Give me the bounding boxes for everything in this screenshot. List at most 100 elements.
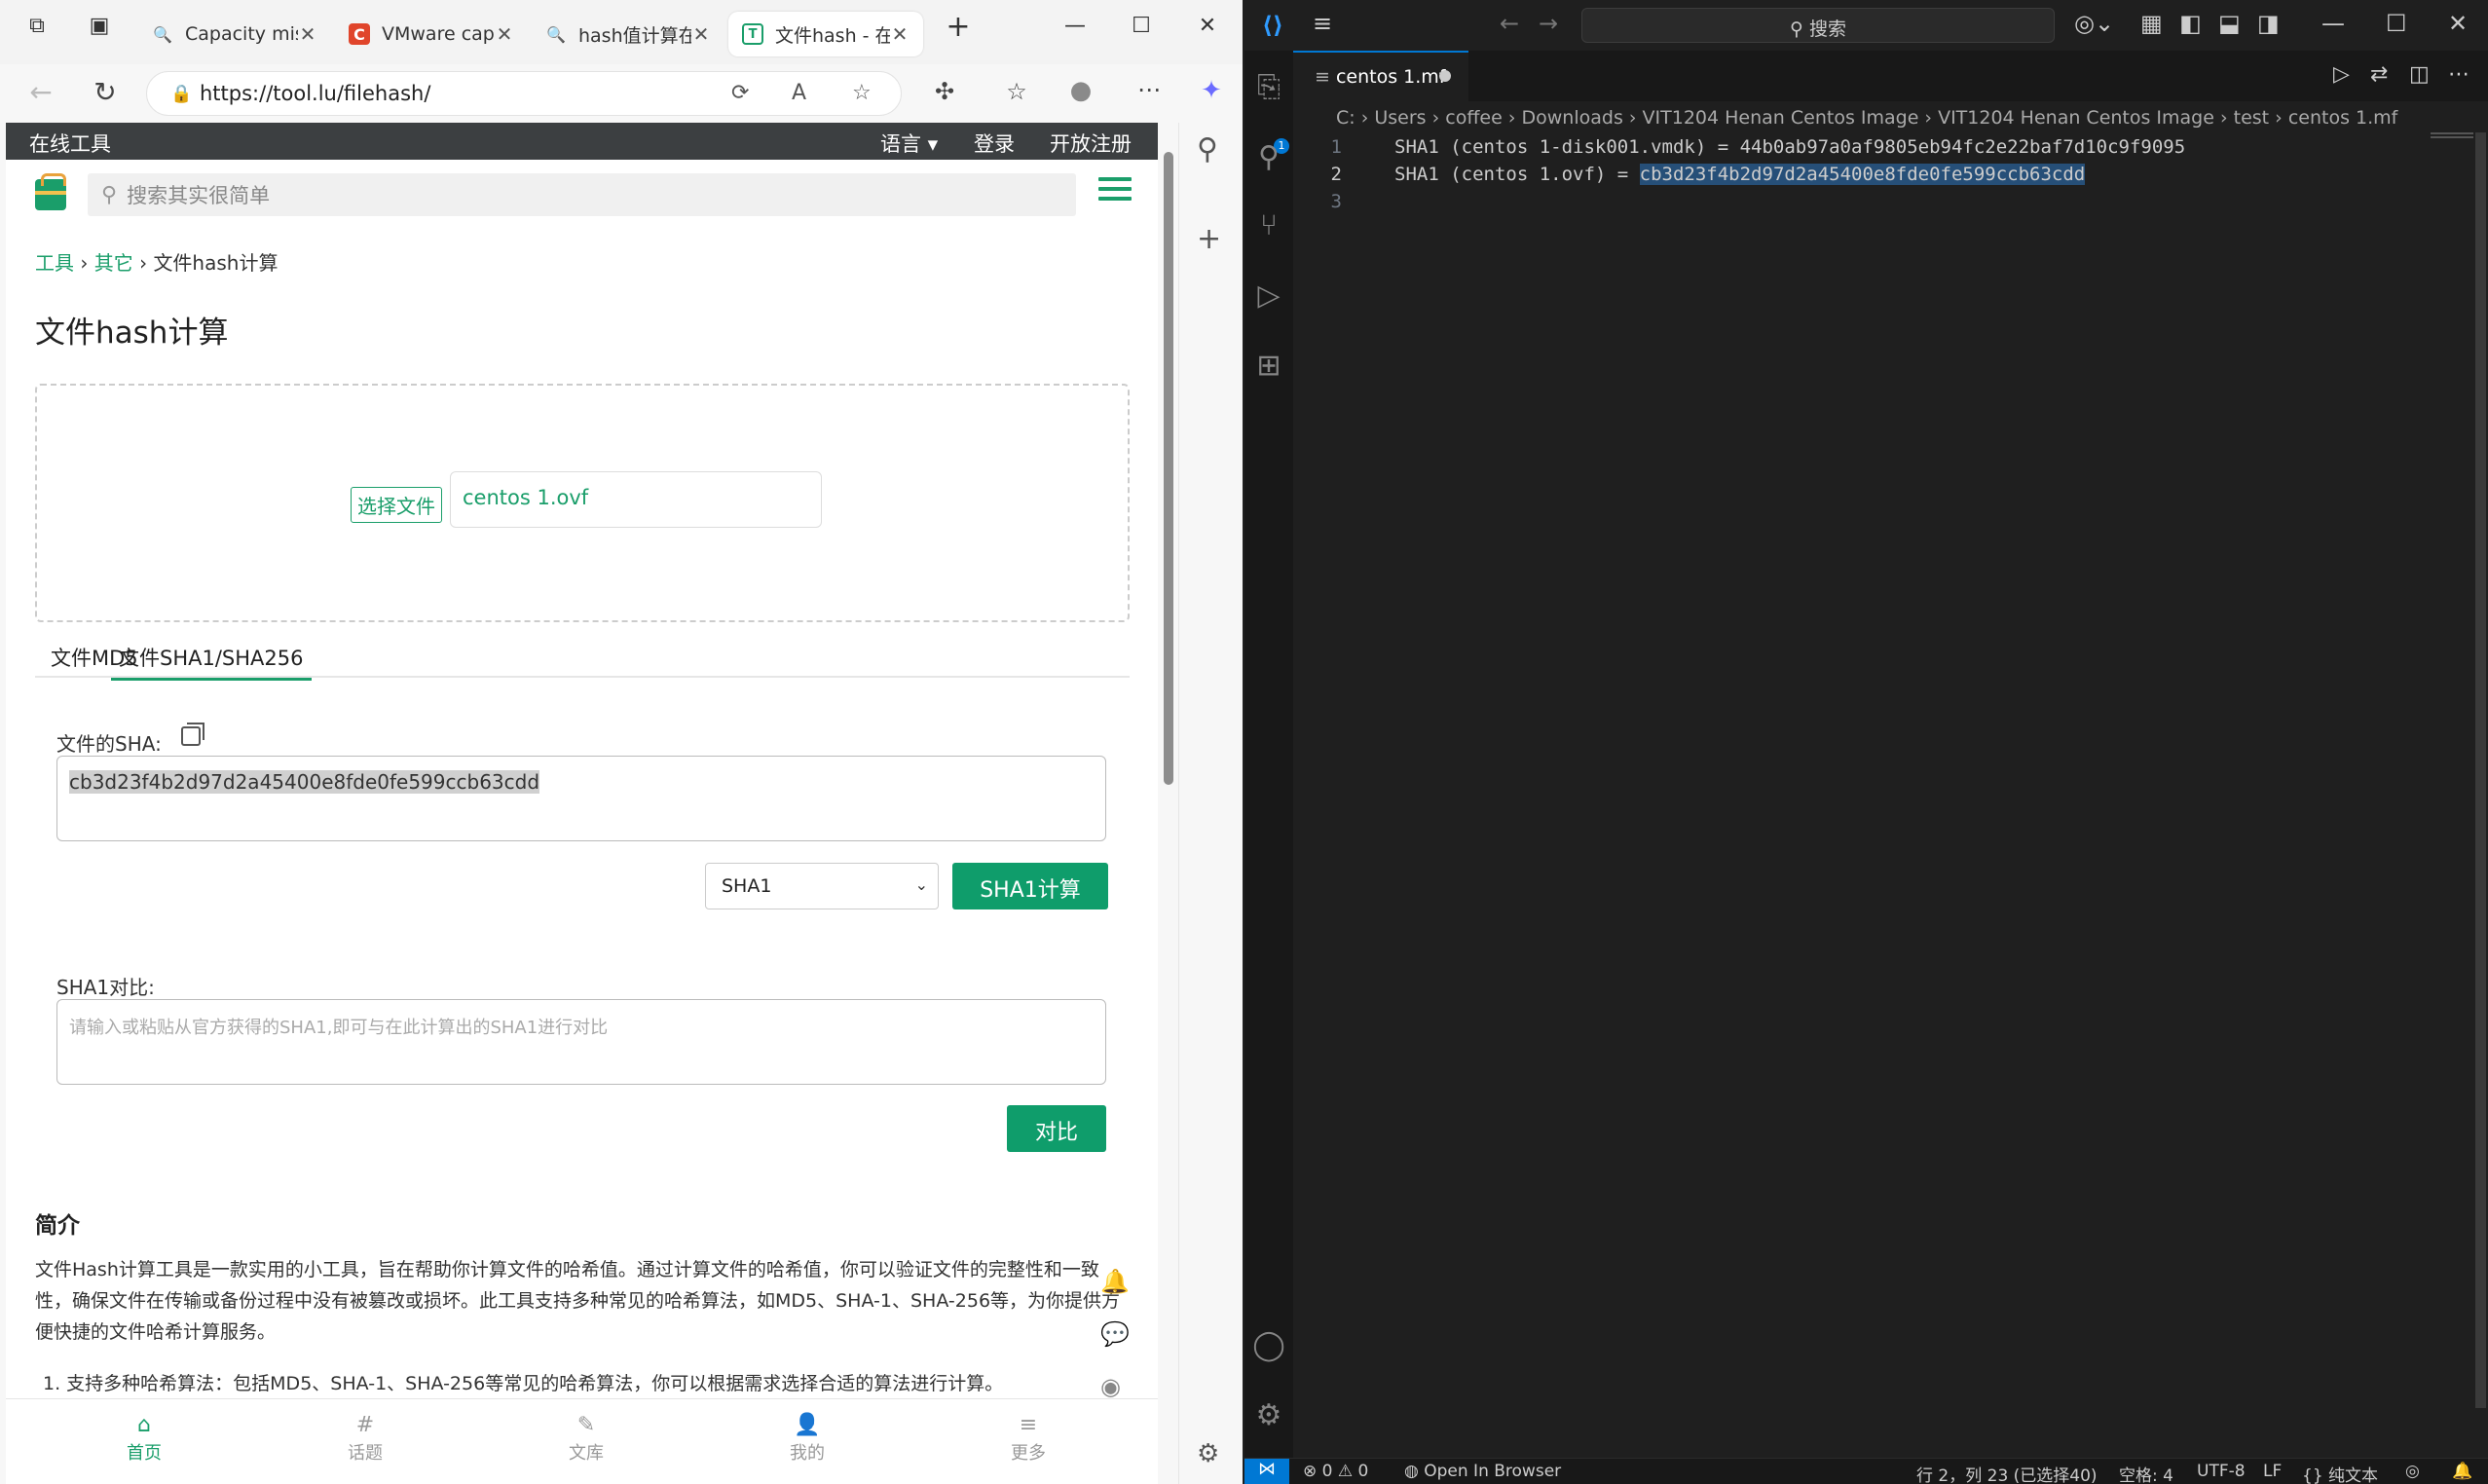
file-drop-zone[interactable]: 选择文件 centos 1.ovf	[35, 384, 1130, 622]
page-scrollbar[interactable]	[1160, 123, 1177, 1484]
bottom-nav-topics[interactable]: # 话题	[307, 1413, 424, 1465]
settings-gear-icon[interactable]: ⚙	[1197, 1439, 1219, 1468]
refresh-icon[interactable]: ↻	[86, 76, 125, 108]
toggle-sidebar-icon[interactable]: ◧	[2179, 10, 2202, 37]
compare-textarea[interactable]: 请输入或粘贴从官方获得的SHA1,即可与在此计算出的SHA1进行对比	[56, 999, 1106, 1085]
breadcrumb-segment[interactable]: VIT1204 Henan Centos Image	[1643, 107, 1919, 129]
add-icon[interactable]: +	[1197, 222, 1221, 256]
breadcrumb-other[interactable]: 其它	[94, 251, 133, 275]
copilot-icon[interactable]: ✦	[1192, 76, 1231, 105]
maximize-icon[interactable]: ☐	[1122, 14, 1161, 38]
site-brand[interactable]: 在线工具	[29, 129, 111, 158]
bottom-nav-home[interactable]: ⌂ 首页	[86, 1413, 203, 1465]
unsaved-dot-icon[interactable]	[1439, 70, 1451, 82]
close-icon[interactable]: ✕	[890, 22, 910, 46]
code-editor[interactable]: 1 SHA1 (centos 1-disk001.vmdk) = 44b0ab9…	[1293, 132, 2488, 1457]
bottom-nav-more[interactable]: ≡ 更多	[970, 1413, 1087, 1465]
tab-sha[interactable]: 文件SHA1/SHA256	[111, 643, 312, 681]
wechat-icon[interactable]: 💬	[1100, 1320, 1130, 1348]
profile-avatar-icon[interactable]: ●	[1061, 76, 1100, 105]
bottom-nav-library[interactable]: ✎ 文库	[528, 1413, 645, 1465]
back-arrow-icon[interactable]: ←	[1500, 10, 1519, 37]
translate-icon[interactable]: ⟳	[731, 81, 749, 105]
search-icon[interactable]: ⚲	[1252, 140, 1285, 174]
close-window-icon[interactable]: ✕	[2448, 10, 2468, 37]
favorites-icon[interactable]: ☆	[997, 78, 1036, 105]
sha-result-textarea[interactable]: cb3d23f4b2d97d2a45400e8fde0fe599ccb63cdd	[56, 756, 1106, 841]
algorithm-select[interactable]: SHA1 ⌄	[705, 863, 939, 909]
tab-capacity[interactable]: 🔍 Capacity misn ✕	[138, 12, 331, 56]
close-icon[interactable]: ✕	[691, 22, 711, 46]
breadcrumb-segment[interactable]: Downloads	[1522, 107, 1623, 129]
maximize-icon[interactable]: ☐	[2386, 10, 2407, 37]
bottom-nav-mine[interactable]: 👤 我的	[749, 1413, 866, 1465]
search-icon[interactable]: ⚲	[1197, 132, 1218, 167]
compare-button[interactable]: 对比	[1007, 1105, 1106, 1152]
tab-filehash[interactable]: T 文件hash - 在 ✕	[728, 12, 923, 56]
toggle-secondary-sidebar-icon[interactable]: ◨	[2257, 10, 2280, 37]
choose-file-button[interactable]: 选择文件	[351, 487, 442, 523]
minimize-icon[interactable]: —	[1056, 14, 1095, 38]
explorer-icon[interactable]: ⎘	[1252, 70, 1285, 104]
indentation-status[interactable]: 空格: 4	[2119, 1462, 2173, 1484]
close-icon[interactable]: ✕	[298, 22, 317, 46]
back-icon[interactable]: ←	[21, 76, 60, 108]
problems-status[interactable]: ⊗ 0 ⚠ 0	[1303, 1462, 1368, 1481]
breadcrumb-segment[interactable]: coffee	[1445, 107, 1503, 129]
layout-icon[interactable]: ▦	[2140, 10, 2163, 37]
language-mode-status[interactable]: {} 纯文本	[2302, 1462, 2378, 1484]
run-debug-icon[interactable]: ▷	[1252, 278, 1285, 313]
open-in-browser-status[interactable]: ◍ Open In Browser	[1404, 1462, 1561, 1481]
more-actions-icon[interactable]: ⋯	[2448, 62, 2469, 87]
breadcrumb-segment[interactable]: centos 1.mf	[2288, 107, 2398, 129]
compute-sha1-button[interactable]: SHA1计算	[952, 863, 1108, 909]
manage-gear-icon[interactable]: ⚙	[1252, 1398, 1285, 1432]
extensions-icon[interactable]: ⊞	[1252, 349, 1285, 383]
list-menu-icon[interactable]	[1098, 177, 1132, 210]
editor-scrollbar[interactable]	[2473, 132, 2488, 1457]
breadcrumb-segment[interactable]: test	[2234, 107, 2270, 129]
hamburger-menu-icon[interactable]: ≡	[1313, 10, 1332, 37]
toggle-panel-icon[interactable]: ⬓	[2218, 10, 2241, 37]
favorite-star-icon[interactable]: ☆	[852, 81, 872, 105]
login-link[interactable]: 登录	[974, 129, 1015, 158]
copilot-status-icon[interactable]: ◎	[2405, 1462, 2420, 1481]
copilot-icon[interactable]: ◎⌄	[2074, 10, 2114, 37]
register-link[interactable]: 开放注册	[1050, 129, 1132, 158]
extensions-icon[interactable]: ✣	[925, 78, 964, 105]
close-icon[interactable]: ✕	[495, 22, 514, 46]
new-tab-button[interactable]: +	[939, 10, 978, 44]
breadcrumb-segment[interactable]: C:	[1336, 107, 1355, 129]
more-options-icon[interactable]: ⋯	[1130, 76, 1169, 103]
language-menu[interactable]: 语言 ▾	[880, 129, 938, 158]
site-logo-icon[interactable]	[35, 173, 66, 210]
compare-changes-icon[interactable]: ⇄	[2370, 62, 2388, 87]
cursor-position-status[interactable]: 行 2，列 23 (已选择40)	[1916, 1462, 2098, 1484]
command-center-search[interactable]: ⚲ 搜索	[1581, 8, 2055, 43]
tab-vmware[interactable]: C VMware capa ✕	[335, 12, 528, 56]
split-editor-icon[interactable]: ◫	[2409, 62, 2430, 87]
copy-icon[interactable]	[181, 723, 204, 746]
breadcrumb-segment[interactable]: Users	[1374, 107, 1426, 129]
run-icon[interactable]: ▷	[2333, 62, 2350, 87]
scroll-thumb[interactable]	[1164, 152, 1173, 785]
site-search-input[interactable]: ⚲ 搜索其实很简单	[88, 173, 1076, 216]
account-icon[interactable]: ◯	[1252, 1328, 1285, 1362]
editor-tab-centos-mf[interactable]: ≡ centos 1.mf	[1293, 51, 1468, 101]
forward-arrow-icon[interactable]: →	[1539, 10, 1558, 37]
bell-icon[interactable]: 🔔	[1100, 1268, 1130, 1295]
address-bar[interactable]: 🔒 https://tool.lu/filehash/ ⟳ A ☆	[146, 71, 902, 116]
minimize-icon[interactable]: —	[2321, 10, 2345, 37]
close-window-icon[interactable]: ✕	[1188, 14, 1227, 38]
breadcrumb-segment[interactable]: VIT1204 Henan Centos Image	[1938, 107, 2214, 129]
encoding-status[interactable]: UTF-8	[2197, 1462, 2246, 1481]
eol-status[interactable]: LF	[2263, 1462, 2282, 1481]
notifications-bell-icon[interactable]: 🔔	[2452, 1462, 2472, 1481]
vertical-tabs-icon[interactable]: ▣	[80, 14, 119, 38]
scroll-thumb[interactable]	[2475, 132, 2486, 1408]
tab-hash[interactable]: 🔍 hash值计算在 ✕	[532, 12, 724, 56]
weibo-icon[interactable]: ◉	[1100, 1373, 1121, 1400]
breadcrumb-tools[interactable]: 工具	[35, 251, 74, 275]
source-control-icon[interactable]: ⑂	[1252, 208, 1285, 242]
remote-icon[interactable]: ⋈	[1244, 1459, 1289, 1484]
